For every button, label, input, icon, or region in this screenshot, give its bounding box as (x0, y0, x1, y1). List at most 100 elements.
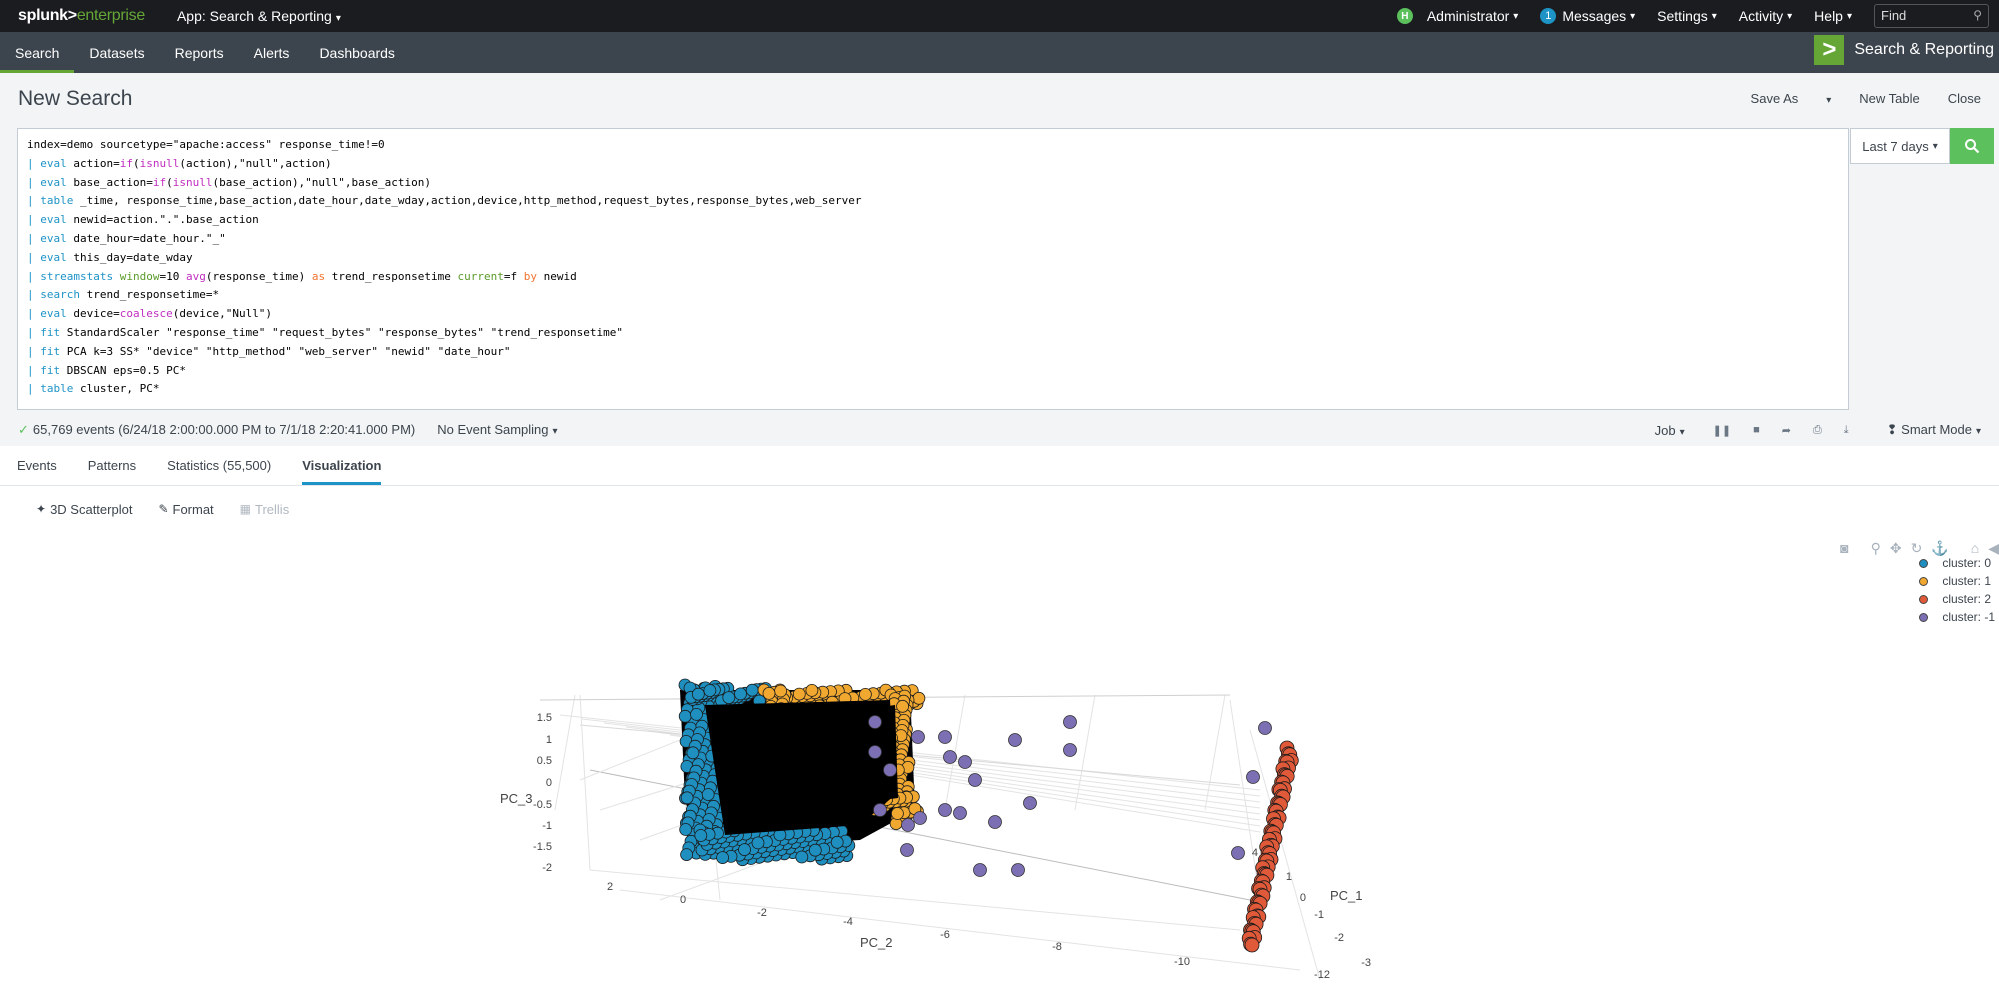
nav-tab-alerts[interactable]: Alerts (239, 32, 305, 73)
new-table-button[interactable]: New Table (1859, 91, 1919, 106)
grid-icon: ▦ (239, 502, 252, 516)
event-count: 65,769 events (6/24/18 2:00:00.000 PM to… (32, 422, 416, 437)
close-button[interactable]: Close (1948, 91, 1981, 106)
data-point (680, 791, 694, 805)
y-tick-label: -12 (1314, 969, 1330, 981)
share-icon[interactable]: ➦ (1782, 424, 1791, 437)
data-point (830, 835, 844, 849)
event-sampling-dropdown[interactable]: No Event Sampling ▾ (437, 422, 557, 438)
tab-events[interactable]: Events (17, 446, 57, 485)
data-point (722, 691, 736, 704)
nav-tab-search[interactable]: Search (0, 32, 75, 73)
lightbulb-icon: ❢ (1886, 422, 1898, 437)
format-button[interactable]: ✎ Format (158, 502, 213, 517)
time-range-picker[interactable]: Last 7 days ▾ (1850, 128, 1950, 164)
grid-line (1204, 694, 1226, 811)
job-menu[interactable]: Job ▾ (1655, 423, 1685, 438)
y-tick-label: -8 (1052, 941, 1062, 953)
legend-item[interactable]: cluster: 1 (1919, 572, 1995, 590)
data-point (1011, 863, 1025, 877)
data-point (795, 850, 809, 864)
query-line: | eval newid=action.".".base_action (27, 213, 259, 227)
search-status-bar: ✓ 65,769 events (6/24/18 2:00:00.000 PM … (0, 412, 1999, 446)
legend-marker (1919, 576, 1929, 586)
legend-item[interactable]: cluster: 0 (1919, 554, 1995, 572)
data-point (859, 688, 872, 701)
caret-down-icon: ▾ (1975, 426, 1981, 437)
data-point (686, 746, 700, 760)
user-menu[interactable]: H Administrator ▾ (1396, 8, 1518, 24)
grid-line (554, 694, 576, 811)
app-title[interactable]: > Search & Reporting (1814, 35, 1994, 65)
camera-icon[interactable]: ◙ (1840, 540, 1848, 557)
query-line: | fit PCA k=3 SS* "device" "http_method"… (27, 344, 511, 358)
nav-tab-reports[interactable]: Reports (160, 32, 239, 73)
data-point (938, 730, 952, 744)
data-point (1231, 846, 1245, 860)
messages-menu[interactable]: 1 Messages ▾ (1540, 8, 1635, 24)
search-button[interactable] (1950, 128, 1994, 164)
save-as-button[interactable]: Save As ▾ (1723, 91, 1832, 106)
app-menu[interactable]: App: Search & Reporting ▾ (177, 8, 341, 24)
pause-icon[interactable]: ❚❚ (1713, 424, 1731, 437)
dense-points-region (790, 705, 898, 810)
activity-menu[interactable]: Activity ▾ (1739, 8, 1792, 24)
x-axis-title: PC_1 (1330, 888, 1363, 903)
visualization-toolbar: ✦ 3D Scatterplot ✎ Format ▦ Trellis (0, 494, 1999, 524)
trellis-button[interactable]: ▦ Trellis (240, 502, 290, 517)
data-point (1246, 770, 1260, 784)
data-point (1258, 721, 1272, 735)
data-point (703, 684, 717, 697)
data-point (973, 863, 987, 877)
legend-marker (1919, 558, 1929, 568)
splunk-logo[interactable]: splunk>enterprise (18, 7, 145, 25)
app-nav-bar: Search Datasets Reports Alerts Dashboard… (0, 32, 1999, 73)
caret-down-icon: ▾ (1711, 10, 1717, 22)
data-point (738, 843, 751, 857)
search-mode-dropdown[interactable]: ❢ Smart Mode ▾ (1887, 422, 1981, 438)
app-logo-icon: > (1814, 35, 1845, 65)
data-point (958, 755, 972, 769)
find-input[interactable]: Find ⚲ (1874, 4, 1989, 28)
data-point (745, 683, 759, 697)
viz-type-picker[interactable]: ✦ 3D Scatterplot (36, 502, 132, 517)
data-point (808, 843, 822, 857)
data-point (901, 818, 915, 832)
z-tick-label: -1 (542, 820, 552, 832)
search-icon: ⚲ (1973, 8, 1982, 22)
data-point (968, 773, 982, 787)
search-query-input[interactable]: index=demo sourcetype="apache:access" re… (17, 128, 1849, 410)
help-menu[interactable]: Help ▾ (1814, 8, 1852, 24)
tab-visualization[interactable]: Visualization (302, 446, 382, 485)
top-bar: splunk>enterprise App: Search & Reportin… (0, 0, 1999, 32)
z-tick-label: -1.5 (533, 841, 552, 853)
z-tick-label: 0 (546, 777, 552, 789)
x-tick-label: 4 (1252, 847, 1258, 859)
tab-patterns[interactable]: Patterns (88, 446, 136, 485)
data-point (896, 699, 909, 713)
print-icon[interactable]: ⎙ (1813, 424, 1822, 437)
query-line: | eval device=coalesce(device,"Null") (27, 307, 273, 321)
settings-menu[interactable]: Settings ▾ (1657, 8, 1717, 24)
caret-down-icon: ▾ (1826, 95, 1832, 106)
pan-icon[interactable]: ✥ (1890, 540, 1902, 557)
stop-icon[interactable]: ■ (1753, 424, 1760, 436)
query-line: | eval base_action=if(isnull(base_action… (27, 175, 432, 189)
query-line: | search trend_responsetime=* (27, 288, 220, 302)
caret-down-icon: ▾ (1787, 10, 1793, 22)
avatar: H (1396, 8, 1413, 24)
data-point (873, 803, 887, 817)
z-tick-label: -0.5 (533, 799, 552, 811)
nav-tab-datasets[interactable]: Datasets (74, 32, 159, 73)
query-line: | fit DBSCAN eps=0.5 PC* (27, 363, 186, 377)
x-tick-label: 1 (1286, 871, 1292, 883)
data-point (868, 715, 882, 729)
data-point (690, 708, 703, 721)
zoom-icon[interactable]: ⚲ (1871, 540, 1881, 557)
tab-statistics[interactable]: Statistics (55,500) (167, 446, 271, 485)
data-point (938, 803, 952, 817)
nav-tab-dashboards[interactable]: Dashboards (304, 32, 410, 73)
3d-scatterplot[interactable]: 1.510.50-0.5-1-1.5-2PC_320-2-4-6-8-10-12… (0, 600, 1999, 1004)
export-icon[interactable]: ⤓ (1844, 424, 1849, 437)
data-point (953, 806, 967, 820)
